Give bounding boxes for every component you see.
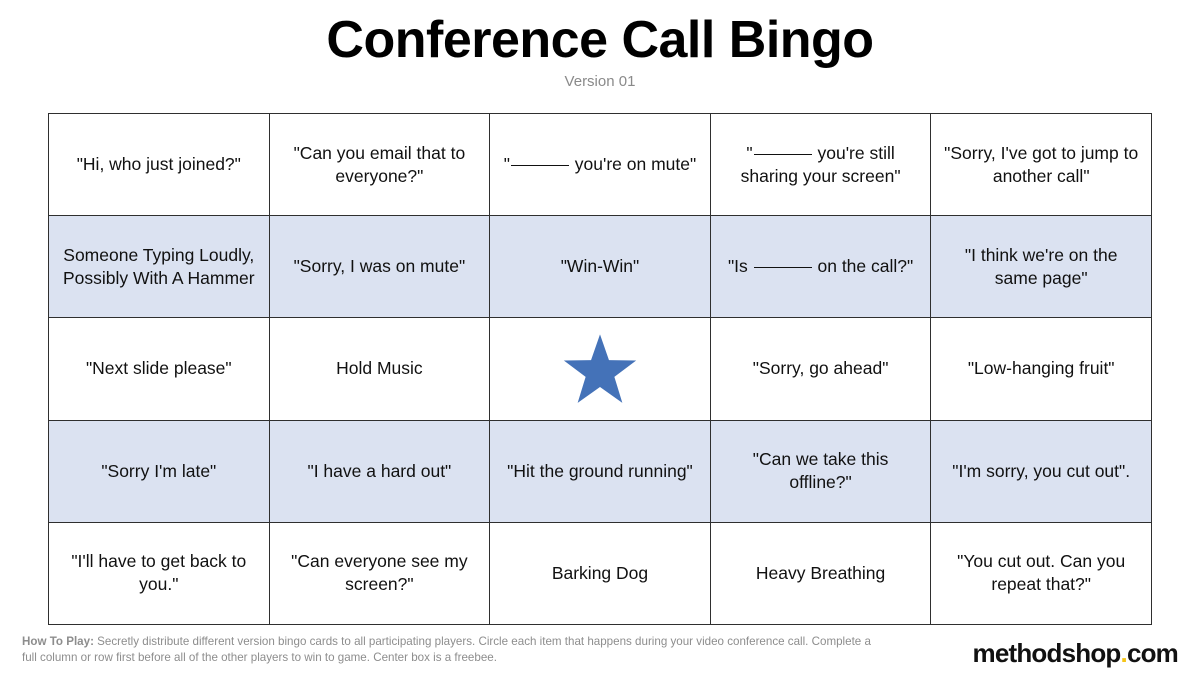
bingo-cell-label: "I'll have to get back to you." bbox=[71, 551, 247, 595]
bingo-cell-label: " you're still sharing your screen" bbox=[740, 142, 901, 186]
star-icon bbox=[563, 334, 637, 403]
bingo-cell[interactable]: "Hi, who just joined?" bbox=[48, 112, 270, 217]
bingo-cell-label: Hold Music bbox=[336, 358, 423, 379]
bingo-cell-free-space[interactable] bbox=[489, 317, 711, 421]
bingo-cell-label: "I have a hard out" bbox=[307, 460, 452, 481]
bingo-row: "Next slide please" Hold Music "Sorry, go … bbox=[48, 317, 1152, 421]
fill-in-blank bbox=[753, 153, 812, 155]
bingo-cell[interactable]: "I think we're on the same page" bbox=[930, 215, 1152, 319]
bingo-cell-label: "I think we're on the same page" bbox=[964, 244, 1118, 288]
bingo-cell[interactable]: Someone Typing Loudly, Possibly With A H… bbox=[48, 215, 270, 319]
page-footer: How To Play: Secretly distribute differe… bbox=[0, 630, 1200, 675]
bingo-cell-label: "Sorry, I've got to jump to another call… bbox=[944, 142, 1139, 186]
bingo-cell[interactable]: "Can you email that to everyone?" bbox=[268, 112, 491, 217]
bingo-cell[interactable]: " you're on mute" bbox=[489, 112, 711, 217]
bingo-grid: "Hi, who just joined?" "Can you email tha… bbox=[48, 112, 1152, 626]
bingo-cell-label: "You cut out. Can you repeat that?" bbox=[957, 551, 1126, 595]
bingo-cell-label: Barking Dog bbox=[551, 562, 649, 583]
page-header: Conference Call Bingo Version 01 bbox=[0, 0, 1200, 89]
bingo-cell-label: "Next slide please" bbox=[85, 358, 232, 379]
bingo-cell[interactable]: "Sorry, I've got to jump to another call… bbox=[930, 112, 1152, 217]
bingo-cell-label: Someone Typing Loudly, Possibly With A H… bbox=[63, 244, 255, 288]
bingo-cell[interactable]: "Sorry, go ahead" bbox=[709, 317, 932, 421]
how-to-play-text: How To Play: Secretly distribute differe… bbox=[22, 634, 884, 667]
bingo-row: Someone Typing Loudly, Possibly With A H… bbox=[48, 215, 1152, 319]
bingo-cell-label: "Sorry, I was on mute" bbox=[293, 256, 466, 277]
bingo-cell-label: "Low-hanging fruit" bbox=[967, 358, 1115, 379]
brand-logo[interactable]: methodshop.com bbox=[973, 634, 1179, 666]
bingo-cell[interactable]: Hold Music bbox=[268, 317, 491, 421]
how-to-play-label: How To Play: bbox=[22, 635, 94, 648]
bingo-cell-label: "Can you email that to everyone?" bbox=[293, 142, 466, 186]
bingo-grid-body: "Hi, who just joined?" "Can you email tha… bbox=[48, 112, 1152, 626]
bingo-cell[interactable]: Barking Dog bbox=[489, 521, 711, 626]
fill-in-blank bbox=[753, 267, 812, 269]
bingo-cell[interactable]: "Sorry I'm late" bbox=[48, 419, 270, 523]
bingo-cell[interactable]: "Can everyone see my screen?" bbox=[268, 521, 491, 626]
bingo-cell-label: "Is on the call?" bbox=[727, 256, 914, 277]
bingo-cell[interactable]: "Hit the ground running" bbox=[489, 419, 711, 523]
bingo-cell-label: "Hi, who just joined?" bbox=[76, 154, 241, 175]
bingo-row: "Sorry I'm late" "I have a hard out" "Hit … bbox=[48, 419, 1152, 523]
bingo-cell[interactable]: Heavy Breathing bbox=[709, 521, 932, 626]
bingo-cell[interactable]: " you're still sharing your screen" bbox=[709, 112, 932, 217]
version-label: Version 01 bbox=[564, 73, 636, 91]
bingo-cell[interactable]: "Sorry, I was on mute" bbox=[268, 215, 491, 319]
bingo-cell[interactable]: "Next slide please" bbox=[48, 317, 270, 421]
bingo-cell[interactable]: "Is on the call?" bbox=[709, 215, 932, 319]
bingo-cell-label: Heavy Breathing bbox=[755, 562, 886, 583]
bingo-cell[interactable]: "Can we take this offline?" bbox=[709, 419, 932, 523]
bingo-cell[interactable]: "Low-hanging fruit" bbox=[930, 317, 1152, 421]
bingo-cell-label: "Can we take this offline?" bbox=[752, 449, 889, 493]
brand-tld: com bbox=[1126, 638, 1179, 668]
fill-in-blank bbox=[510, 165, 569, 167]
bingo-cell[interactable]: "I have a hard out" bbox=[268, 419, 491, 523]
bingo-cell[interactable]: "I'll have to get back to you." bbox=[48, 521, 270, 626]
bingo-cell-label: "Sorry I'm late" bbox=[101, 460, 217, 481]
how-to-play-body: Secretly distribute different version bi… bbox=[22, 635, 871, 665]
bingo-cell[interactable]: "I'm sorry, you cut out". bbox=[930, 419, 1152, 523]
bingo-cell[interactable]: "You cut out. Can you repeat that?" bbox=[930, 521, 1152, 626]
bingo-cell-label: "Hit the ground running" bbox=[507, 460, 693, 481]
bingo-cell-label: "I'm sorry, you cut out". bbox=[952, 460, 1131, 481]
bingo-row: "Hi, who just joined?" "Can you email tha… bbox=[48, 112, 1152, 217]
page-title: Conference Call Bingo bbox=[326, 11, 874, 69]
bingo-card: "Hi, who just joined?" "Can you email tha… bbox=[48, 112, 1152, 626]
bingo-cell-label: "Sorry, go ahead" bbox=[752, 358, 889, 379]
bingo-cell-label: "Win-Win" bbox=[560, 256, 640, 277]
bingo-cell[interactable]: "Win-Win" bbox=[489, 215, 711, 319]
bingo-row: "I'll have to get back to you." "Can ever… bbox=[48, 521, 1152, 626]
brand-name: methodshop bbox=[972, 638, 1122, 668]
bingo-cell-label: "Can everyone see my screen?" bbox=[291, 551, 468, 595]
bingo-cell-label: " you're on mute" bbox=[503, 154, 697, 175]
